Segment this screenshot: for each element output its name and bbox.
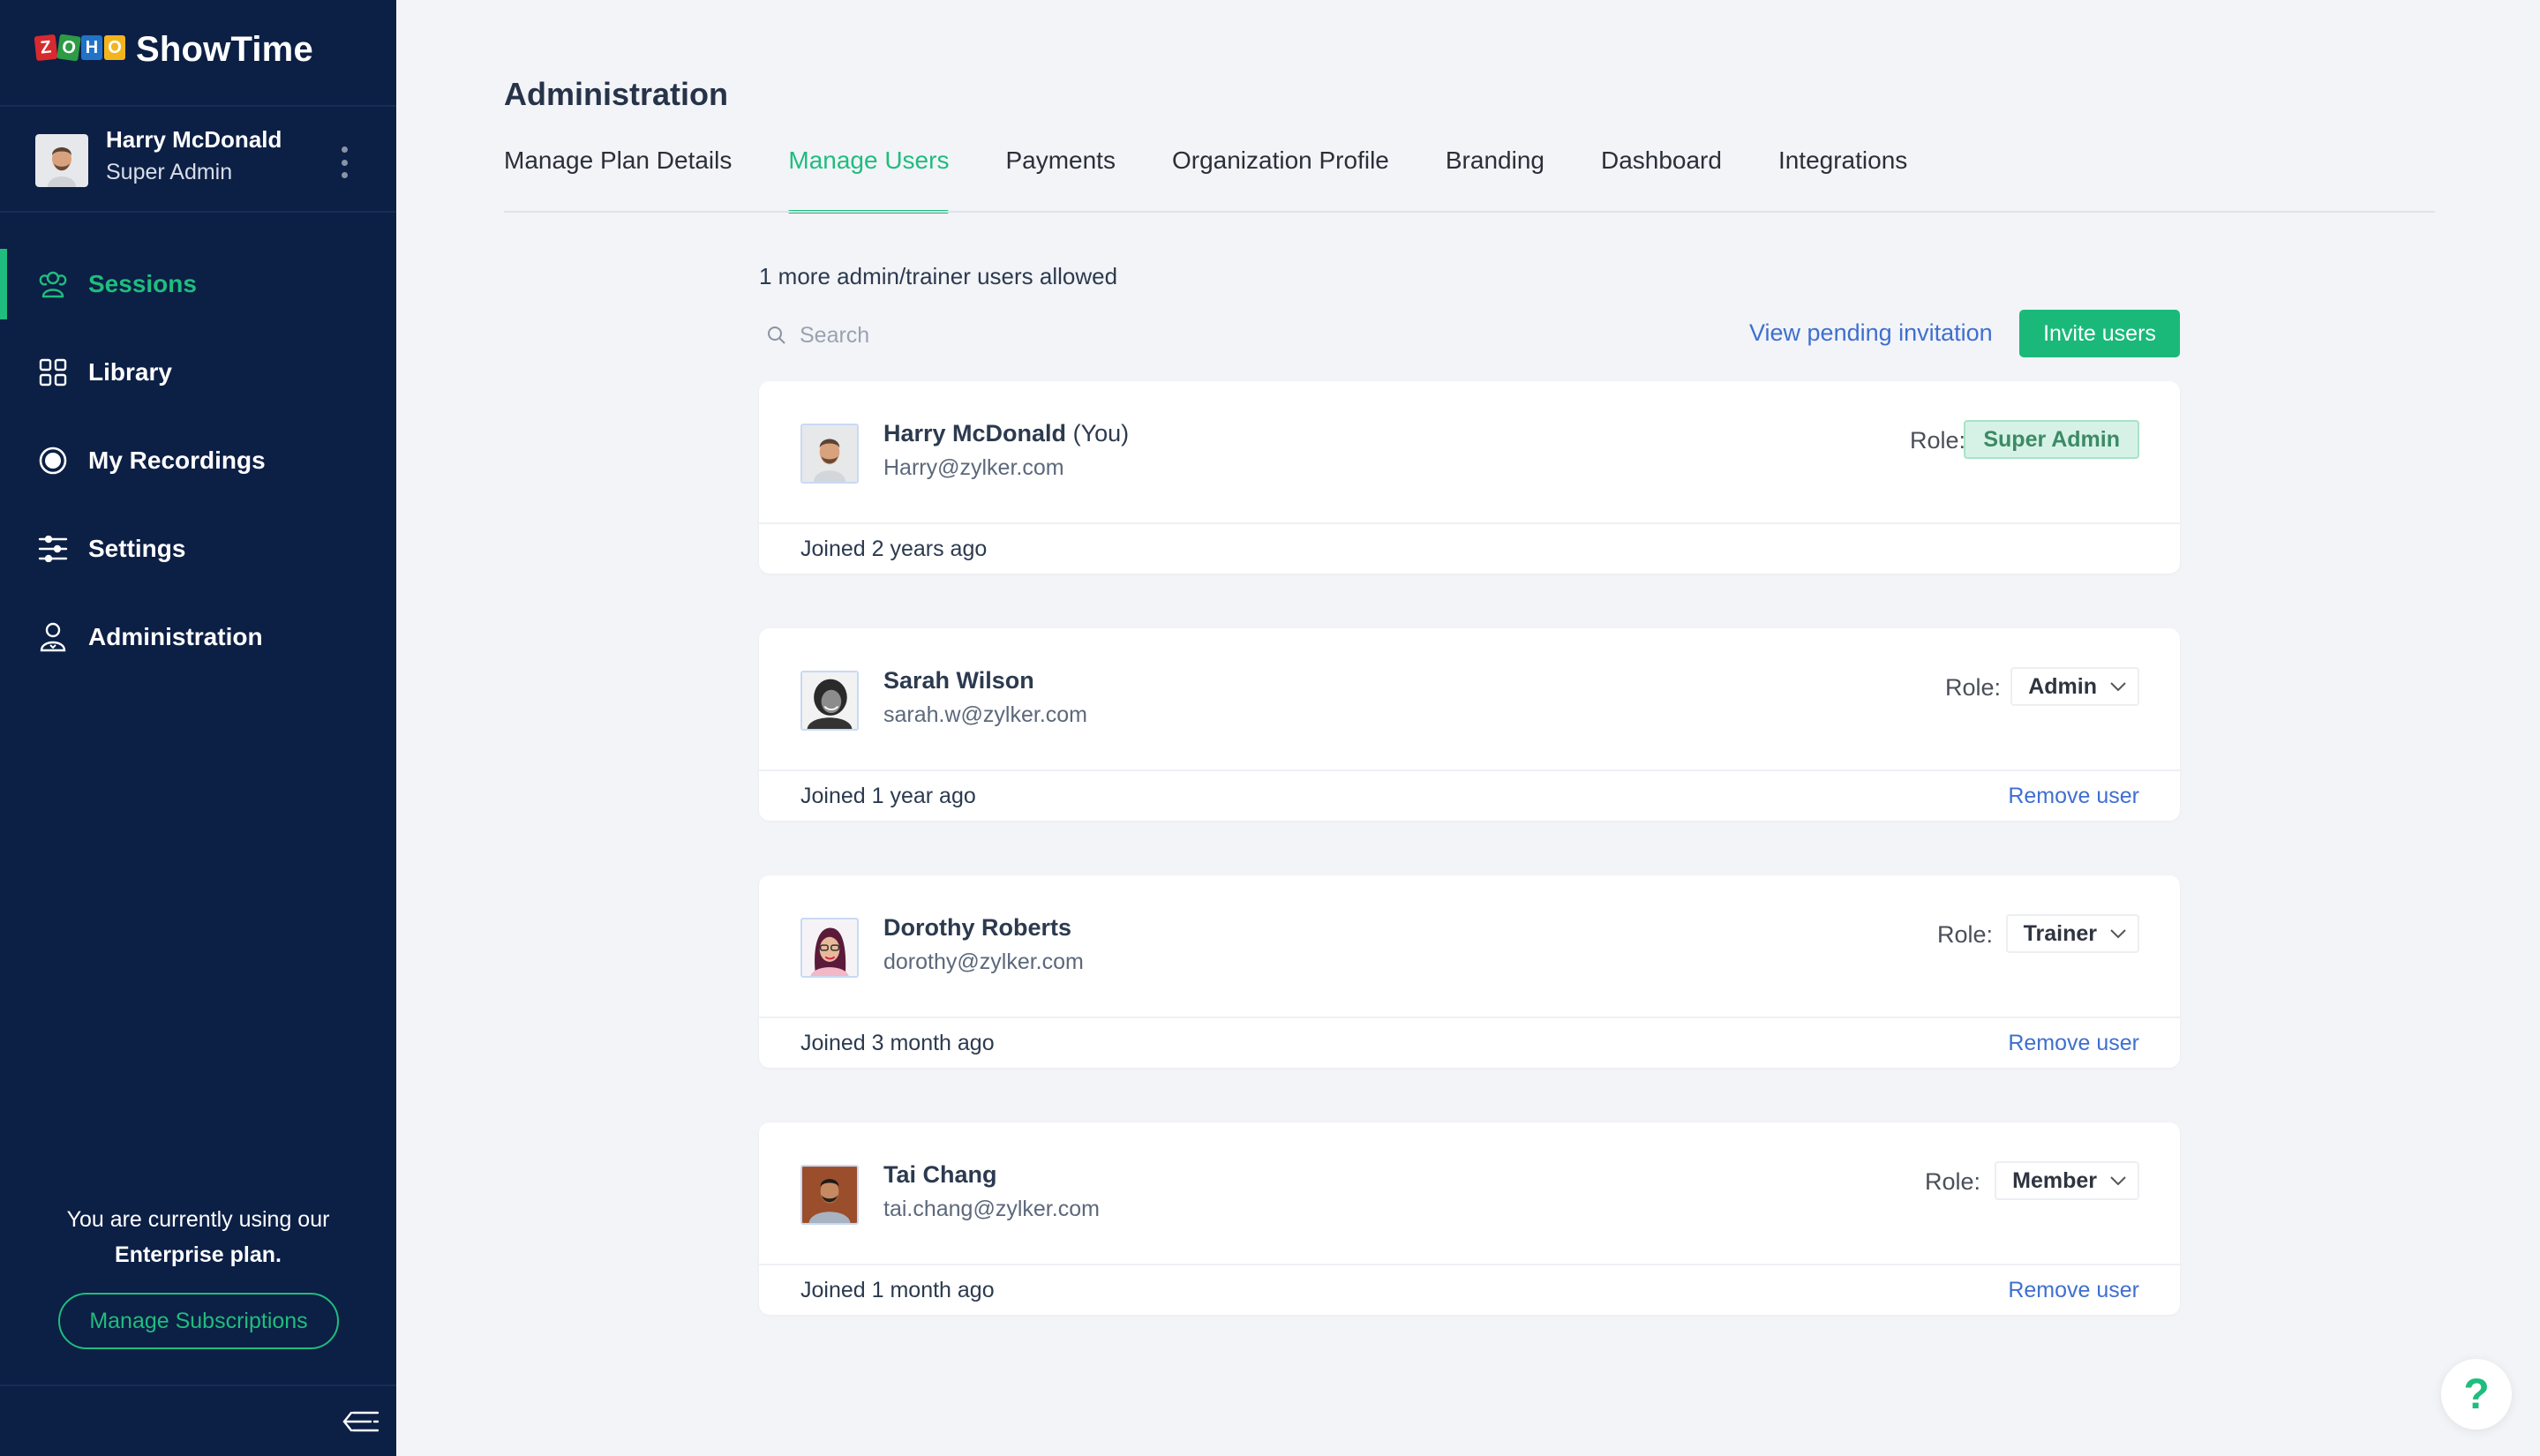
sidebar-item-label: Administration <box>88 623 263 650</box>
logo-row: Z O H O ShowTime <box>0 0 396 107</box>
user-email: Harry@zylker.com <box>883 455 1064 480</box>
page-title: Administration <box>504 76 729 112</box>
logo-letter: Z <box>34 34 58 62</box>
search-icon <box>768 326 785 344</box>
user-name: Harry McDonald <box>106 126 282 153</box>
joined-text: Joined 1 year ago <box>800 784 976 808</box>
brand-name: ShowTime <box>136 30 313 69</box>
joined-text: Joined 3 month ago <box>800 1031 995 1055</box>
plan-line: You are currently using our <box>66 1207 330 1232</box>
user-email: dorothy@zylker.com <box>883 949 1084 974</box>
tab-manage-users[interactable]: Manage Users <box>788 146 950 214</box>
sidebar-item-label: Settings <box>88 535 186 562</box>
sidebar-item-label: My Recordings <box>88 447 266 474</box>
sessions-icon <box>37 268 69 300</box>
user-card-header: Sarah Wilson sarah.w@zylker.com Role: Ad… <box>759 628 2180 771</box>
library-icon <box>37 356 69 388</box>
user-avatar <box>800 1165 859 1225</box>
tab-manage-plan-details[interactable]: Manage Plan Details <box>504 146 732 212</box>
manage-subscriptions-button[interactable]: Manage Subscriptions <box>58 1293 339 1349</box>
user-name: Dorothy Roberts <box>883 914 1072 941</box>
user-email: sarah.w@zylker.com <box>883 702 1087 727</box>
remove-user-link[interactable]: Remove user <box>2008 1031 2139 1056</box>
logo-letter: O <box>56 34 81 62</box>
role-badge: Super Admin <box>1964 420 2139 459</box>
chevron-down-icon <box>2110 929 2126 939</box>
search-box <box>766 318 1119 353</box>
role-select-value: Admin <box>2028 673 2097 699</box>
user-name-text: Harry McDonald <box>883 420 1067 447</box>
role-select[interactable]: Trainer <box>2005 914 2139 953</box>
settings-icon <box>37 533 69 565</box>
user-email: tai.chang@zylker.com <box>883 1197 1100 1221</box>
role-select[interactable]: Member <box>1995 1161 2139 1200</box>
tab-integrations[interactable]: Integrations <box>1778 146 1907 212</box>
user-menu-kebab-icon[interactable] <box>335 146 353 178</box>
user-card-header: Dorothy Roberts dorothy@zylker.com Role:… <box>759 875 2180 1018</box>
recordings-icon <box>37 445 69 477</box>
sidebar-item-administration[interactable]: Administration <box>0 602 396 672</box>
plan-name: Enterprise plan. <box>115 1242 282 1267</box>
plan-info: You are currently using our Enterprise p… <box>0 1202 396 1272</box>
sidebar-item-library[interactable]: Library <box>0 337 396 408</box>
user-card: Harry McDonald (You) Harry@zylker.com Ro… <box>759 381 2180 574</box>
chevron-down-icon <box>2110 682 2126 692</box>
user-avatar <box>800 424 859 484</box>
role-label: Role: <box>1909 427 1965 454</box>
sidebar-item-settings[interactable]: Settings <box>0 514 396 584</box>
allowed-users-note: 1 more admin/trainer users allowed <box>759 263 1118 289</box>
user-avatar <box>35 134 88 187</box>
tab-branding[interactable]: Branding <box>1446 146 1544 212</box>
search-input[interactable] <box>800 322 1100 349</box>
user-avatar <box>800 918 859 978</box>
user-card-header: Harry McDonald (You) Harry@zylker.com Ro… <box>759 381 2180 524</box>
user-card: Tai Chang tai.chang@zylker.com Role: Mem… <box>759 1122 2180 1315</box>
joined-text: Joined 2 years ago <box>800 537 988 561</box>
view-pending-invitation-link[interactable]: View pending invitation <box>1749 319 1993 347</box>
sidebar-item-sessions[interactable]: Sessions <box>0 249 396 319</box>
logo-letter: O <box>104 35 125 60</box>
role-select-value: Trainer <box>2023 920 2097 946</box>
sidebar-item-my-recordings[interactable]: My Recordings <box>0 425 396 496</box>
tab-divider <box>504 211 2435 213</box>
user-name: Harry McDonald (You) <box>883 420 1129 447</box>
tab-dashboard[interactable]: Dashboard <box>1601 146 1722 212</box>
admin-tabs: Manage Plan Details Manage Users Payment… <box>504 146 1964 214</box>
role-label: Role: <box>1944 674 2001 701</box>
user-card: Dorothy Roberts dorothy@zylker.com Role:… <box>759 875 2180 1068</box>
chevron-down-icon <box>2110 1176 2126 1186</box>
user-card-header: Tai Chang tai.chang@zylker.com Role: Mem… <box>759 1122 2180 1265</box>
sidebar: Z O H O ShowTime Harry McDonald Super Ad… <box>0 0 396 1456</box>
help-icon[interactable]: ? <box>2441 1359 2512 1430</box>
role-label: Role: <box>1936 921 1993 948</box>
collapse-sidebar-icon[interactable] <box>342 1410 379 1433</box>
user-name: Tai Chang <box>883 1161 997 1188</box>
user-avatar <box>800 671 859 731</box>
zoho-logo: Z O H O <box>34 34 125 62</box>
sidebar-item-label: Sessions <box>88 270 197 297</box>
tab-payments[interactable]: Payments <box>1005 146 1116 212</box>
role-select[interactable]: Admin <box>2010 667 2139 706</box>
remove-user-link[interactable]: Remove user <box>2008 784 2139 809</box>
joined-text: Joined 1 month ago <box>800 1278 995 1302</box>
sidebar-footer <box>0 1385 396 1456</box>
invite-users-button[interactable]: Invite users <box>2019 310 2180 357</box>
logo-letter: H <box>81 35 102 60</box>
user-role: Super Admin <box>106 160 233 184</box>
remove-user-link[interactable]: Remove user <box>2008 1278 2139 1303</box>
you-tag: (You) <box>1072 420 1130 447</box>
sidebar-item-label: Library <box>88 358 172 386</box>
tab-organization-profile[interactable]: Organization Profile <box>1172 146 1389 212</box>
role-label: Role: <box>1924 1168 1980 1195</box>
sidebar-user: Harry McDonald Super Admin <box>0 107 396 213</box>
administration-icon <box>37 621 69 653</box>
role-select-value: Member <box>2012 1167 2097 1193</box>
user-name: Sarah Wilson <box>883 667 1034 694</box>
user-card: Sarah Wilson sarah.w@zylker.com Role: Ad… <box>759 628 2180 821</box>
